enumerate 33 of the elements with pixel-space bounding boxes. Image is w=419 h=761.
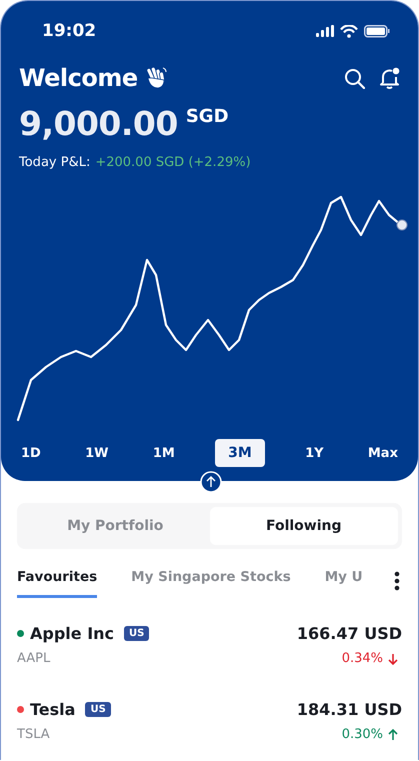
pnl-label: Today P&L: [19,155,90,170]
range-tab[interactable]: Max [364,440,402,466]
notification-bell-icon[interactable] [379,66,400,90]
collapse-button[interactable] [200,471,222,493]
waving-hand-icon [144,66,168,90]
pnl-value: +200.00 SGD (+2.29%) [95,155,251,170]
balance-currency: SGD [186,106,229,127]
status-time: 19:02 [42,21,96,41]
more-options-icon[interactable] [394,570,400,590]
list-tab[interactable]: Favourites [17,563,98,598]
range-tab[interactable]: 1Y [301,440,328,466]
market-badge: US [85,702,111,717]
range-tab[interactable]: 1W [81,440,113,466]
battery-icon [364,24,390,38]
stock-ticker: TSLA [17,727,50,742]
welcome-title: Welcome [19,64,138,92]
stock-price: 184.31 USD [296,700,402,719]
search-icon[interactable] [344,68,365,88]
range-tab[interactable]: 3M [215,439,265,467]
stock-ticker: AAPL [17,651,50,666]
wifi-icon [340,24,358,38]
market-badge: US [124,626,150,641]
stock-name: Tesla [30,700,76,719]
stock-price: 166.47 USD [296,624,402,643]
chart-end-dot [396,219,408,231]
price-change: 0.34% [342,651,383,666]
balance-amount: 9,000.00 [19,104,178,143]
range-tab[interactable]: 1M [148,440,179,466]
stock-name: Apple Inc [30,624,114,643]
price-change: 0.30% [342,727,383,742]
range-tab[interactable]: 1D [17,440,45,466]
segment-tab[interactable]: Following [210,507,398,545]
signal-icon [316,25,334,37]
